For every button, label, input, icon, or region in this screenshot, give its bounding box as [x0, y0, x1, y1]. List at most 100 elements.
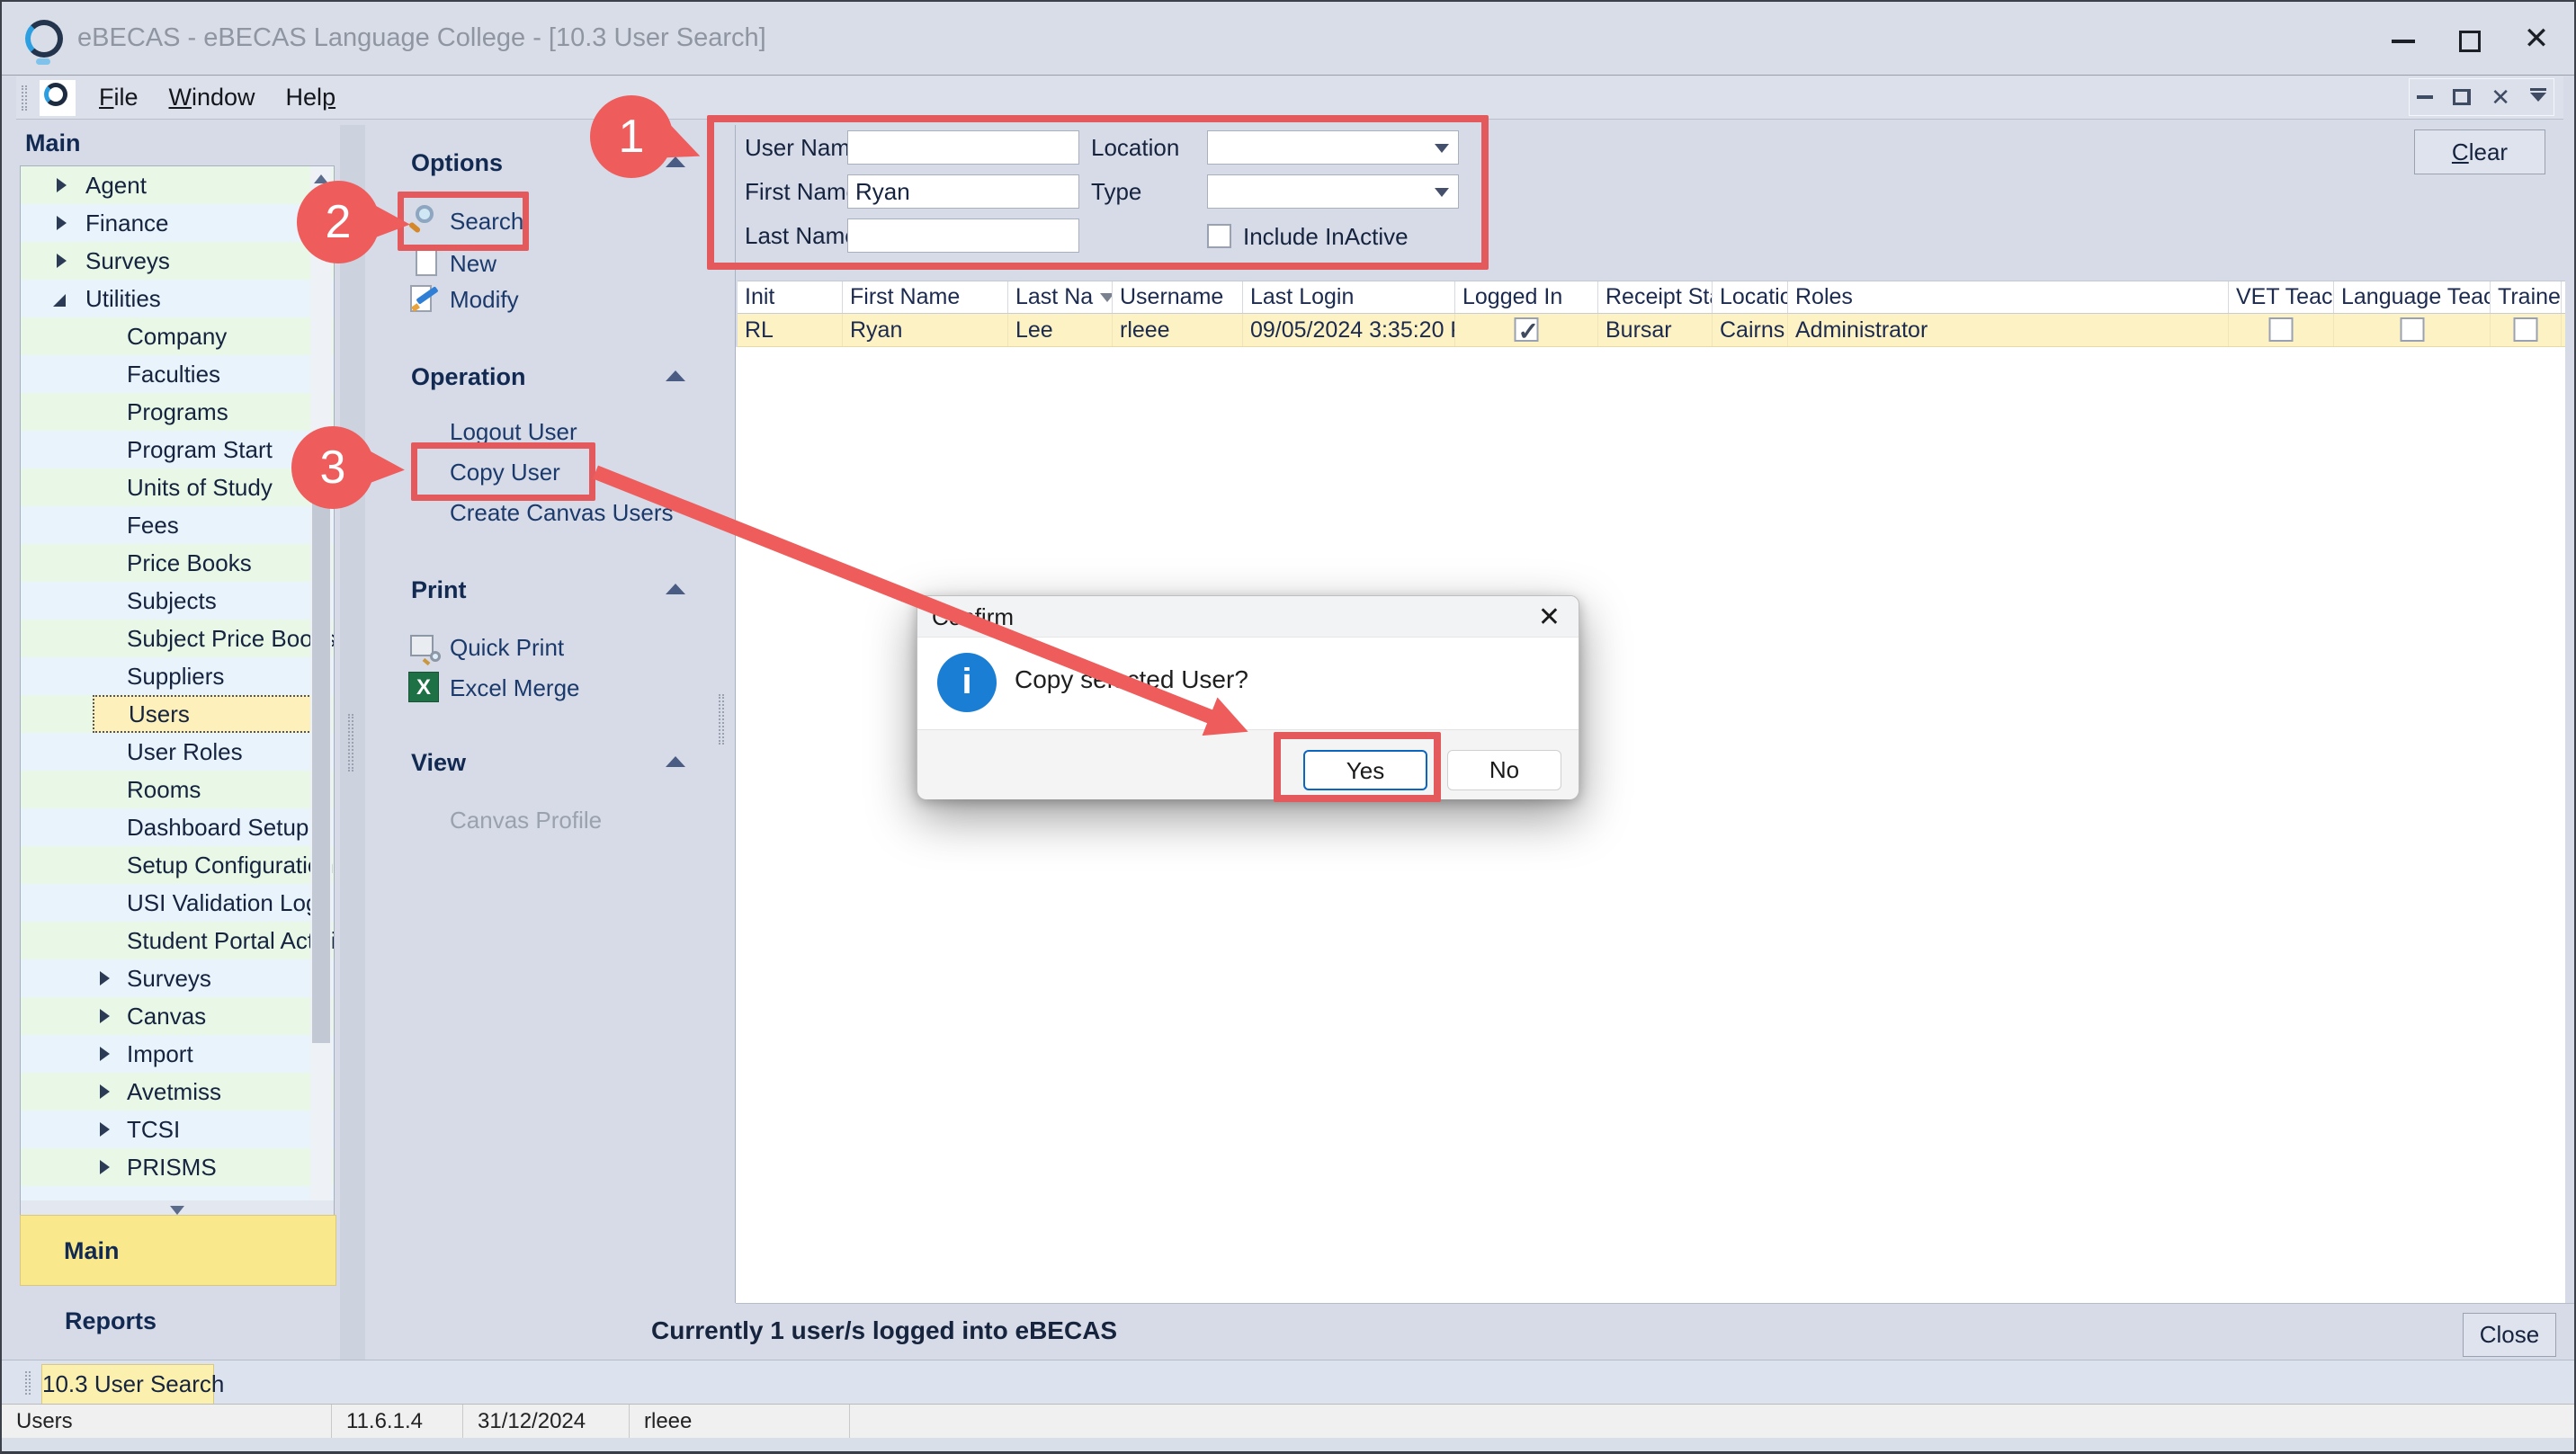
- cell-last-na[interactable]: Lee: [1008, 314, 1113, 346]
- mdi-minimize-icon[interactable]: [2417, 95, 2433, 99]
- modify-button[interactable]: Modify: [450, 281, 519, 317]
- tree-item-avetmiss[interactable]: Avetmiss: [21, 1073, 334, 1111]
- menu-item-window[interactable]: Window: [169, 84, 255, 112]
- column-header-vet-teach[interactable]: VET Teach: [2229, 281, 2334, 313]
- tree-item-import[interactable]: Import: [21, 1035, 334, 1073]
- close-window-button[interactable]: ✕: [2517, 25, 2556, 56]
- view-collapse-icon[interactable]: [666, 756, 685, 767]
- tree-item-finance[interactable]: Finance: [21, 204, 334, 242]
- tree-item-student-portal-activity-l[interactable]: Student Portal Activity L: [21, 922, 334, 959]
- tree-item-user-roles[interactable]: User Roles: [21, 733, 334, 771]
- tree-item-surveys[interactable]: Surveys: [21, 242, 334, 280]
- operation-collapse-icon[interactable]: [666, 370, 685, 381]
- mdi-pin-icon[interactable]: [2530, 93, 2546, 102]
- unchecked-checkbox[interactable]: [2269, 317, 2294, 342]
- tree-item-rooms[interactable]: Rooms: [21, 771, 334, 808]
- cell-locatio[interactable]: Cairns: [1713, 314, 1788, 346]
- tree-item-units-of-study[interactable]: Units of Study: [21, 468, 334, 506]
- tree-item-tcsi[interactable]: TCSI: [21, 1111, 334, 1148]
- cell-language-teacl[interactable]: [2334, 314, 2491, 346]
- checked-checkbox[interactable]: [1515, 317, 1539, 342]
- tree-item-company[interactable]: Company: [21, 317, 334, 355]
- column-header-trainer[interactable]: Trainer: [2491, 281, 2562, 313]
- tree-item-fees[interactable]: Fees: [21, 506, 334, 544]
- excel-merge-button[interactable]: Excel Merge: [450, 670, 580, 706]
- menu-item-file[interactable]: File: [99, 84, 139, 112]
- sort-icon[interactable]: [1100, 293, 1113, 302]
- column-header-language-teacl[interactable]: Language Teacl: [2334, 281, 2491, 313]
- expand-icon[interactable]: [57, 178, 67, 192]
- cell-logged-in[interactable]: [1455, 314, 1598, 346]
- tab-user-search[interactable]: 10.3 User Search: [41, 1364, 214, 1405]
- no-button[interactable]: No: [1447, 750, 1561, 790]
- tree-item-dashboard-setup[interactable]: Dashboard Setup: [21, 808, 334, 846]
- options-collapse-icon[interactable]: [666, 156, 685, 167]
- maximize-button[interactable]: [2450, 25, 2490, 56]
- tree-item-usi-validation-log[interactable]: USI Validation Log: [21, 884, 334, 922]
- tree-item-price-books[interactable]: Price Books: [21, 544, 334, 582]
- close-button[interactable]: Close: [2463, 1313, 2556, 1357]
- table-row[interactable]: RLRyanLeerleee09/05/2024 3:35:20 P Bursar…: [738, 314, 2565, 347]
- cell-roles[interactable]: Administrator: [1788, 314, 2229, 346]
- column-header-last-login[interactable]: Last Login: [1243, 281, 1455, 313]
- cell-first-name[interactable]: Ryan: [843, 314, 1008, 346]
- tree-item-subjects[interactable]: Subjects: [21, 582, 334, 620]
- tree-item-setup-configuration[interactable]: Setup Configuration: [21, 846, 334, 884]
- tree-item-utilities[interactable]: Utilities: [21, 280, 334, 317]
- bottom-strip: [2, 1438, 2574, 1451]
- expand-icon[interactable]: [100, 1160, 110, 1174]
- quick-print-button[interactable]: Quick Print: [450, 629, 564, 665]
- tree-item-users[interactable]: Users: [21, 695, 334, 733]
- tree-item-program-start[interactable]: Program Start: [21, 431, 334, 468]
- new-button[interactable]: New: [450, 245, 496, 281]
- splitter-grip[interactable]: [348, 714, 353, 772]
- tabbar-grip[interactable]: [25, 1371, 31, 1395]
- sidebar-section-main[interactable]: Main: [20, 1215, 336, 1286]
- column-header-last-na[interactable]: Last Na: [1008, 281, 1113, 313]
- tree-item-canvas[interactable]: Canvas: [21, 997, 334, 1035]
- tree-item-surveys[interactable]: Surveys: [21, 959, 334, 997]
- tree-item-suppliers[interactable]: Suppliers: [21, 657, 334, 695]
- column-header-username[interactable]: Username: [1113, 281, 1243, 313]
- content-grip[interactable]: [719, 694, 724, 745]
- cell-trainer[interactable]: [2491, 314, 2562, 346]
- cell-receipt-stati[interactable]: Bursar: [1598, 314, 1713, 346]
- toolbar-grip[interactable]: [22, 85, 27, 111]
- print-collapse-icon[interactable]: [666, 584, 685, 594]
- column-header-first-name[interactable]: First Name: [843, 281, 1008, 313]
- tree-item-prisms[interactable]: PRISMS: [21, 1148, 334, 1186]
- tree-item-subject-price-books[interactable]: Subject Price Books: [21, 620, 334, 657]
- expand-icon[interactable]: [100, 971, 110, 986]
- minimize-button[interactable]: [2384, 25, 2423, 56]
- expand-icon[interactable]: [100, 1009, 110, 1023]
- unchecked-checkbox[interactable]: [2514, 317, 2538, 342]
- column-header-roles[interactable]: Roles: [1788, 281, 2229, 313]
- cell-username[interactable]: rleee: [1113, 314, 1243, 346]
- panel-splitter[interactable]: [340, 125, 365, 1360]
- column-header-locatio[interactable]: Locatio: [1713, 281, 1788, 313]
- collapse-icon[interactable]: [53, 294, 66, 307]
- cell-vet-teach[interactable]: [2229, 314, 2334, 346]
- mdi-close-icon[interactable]: ✕: [2491, 85, 2510, 109]
- expand-icon[interactable]: [100, 1122, 110, 1137]
- menu-item-help[interactable]: Help: [286, 84, 336, 112]
- expand-icon[interactable]: [100, 1084, 110, 1099]
- clear-button[interactable]: Clear: [2414, 129, 2545, 174]
- expand-icon[interactable]: [57, 216, 67, 230]
- mdi-restore-icon[interactable]: [2453, 89, 2471, 105]
- dialog-close-icon[interactable]: ✕: [1538, 602, 1561, 633]
- sidebar-section-reports[interactable]: Reports: [65, 1307, 157, 1335]
- cell-init[interactable]: RL: [738, 314, 843, 346]
- column-header-logged-in[interactable]: Logged In: [1455, 281, 1598, 313]
- tree-item-programs[interactable]: Programs: [21, 393, 334, 431]
- scrollbar-thumb[interactable]: [312, 468, 330, 1043]
- column-header-init[interactable]: Init: [738, 281, 843, 313]
- cell-last-login[interactable]: 09/05/2024 3:35:20 P: [1243, 314, 1455, 346]
- column-header-receipt-stati[interactable]: Receipt Stati: [1598, 281, 1713, 313]
- tree-item-faculties[interactable]: Faculties: [21, 355, 334, 393]
- unchecked-checkbox[interactable]: [2400, 317, 2424, 342]
- expand-icon[interactable]: [100, 1047, 110, 1061]
- expand-icon[interactable]: [57, 254, 67, 268]
- tree-item-agent[interactable]: Agent: [21, 166, 334, 204]
- tree-scrollbar[interactable]: [310, 166, 332, 1202]
